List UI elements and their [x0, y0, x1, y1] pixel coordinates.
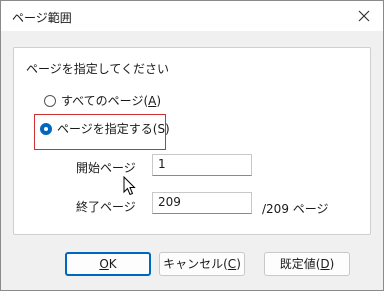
specify-pages-option[interactable]: ページを指定する(S): [40, 120, 170, 137]
title-bar: ページ範囲: [1, 1, 383, 31]
specify-pages-label: ページを指定する(S): [57, 122, 170, 136]
cancel-button[interactable]: キャンセル(C): [159, 252, 245, 276]
start-page-label: 開始ページ: [76, 161, 136, 175]
start-page-input[interactable]: 1: [152, 154, 252, 176]
all-pages-radio[interactable]: [44, 94, 56, 107]
page-spec-group: ページを指定してください すべてのページ(A) ページを指定する(S) 開始ペー…: [13, 47, 371, 235]
total-pages-text: /209 ページ: [262, 202, 329, 216]
close-button[interactable]: [353, 5, 375, 27]
mouse-pointer-icon: [123, 176, 136, 196]
default-button[interactable]: 既定値(D): [264, 252, 350, 276]
end-page-input[interactable]: 209: [152, 192, 252, 214]
group-label: ページを指定してください: [26, 62, 170, 76]
all-pages-option[interactable]: すべてのページ(A): [44, 92, 161, 109]
dialog-title: ページ範囲: [12, 11, 72, 25]
close-icon: [358, 10, 370, 22]
page-range-dialog: ページ範囲 ページを指定してください すべてのページ(A) ページを指定する(S…: [0, 0, 384, 291]
all-pages-label: すべてのページ(A): [61, 94, 162, 108]
ok-button[interactable]: OK: [65, 252, 151, 276]
end-page-label: 終了ページ: [76, 200, 136, 214]
specify-pages-radio[interactable]: [40, 122, 52, 135]
